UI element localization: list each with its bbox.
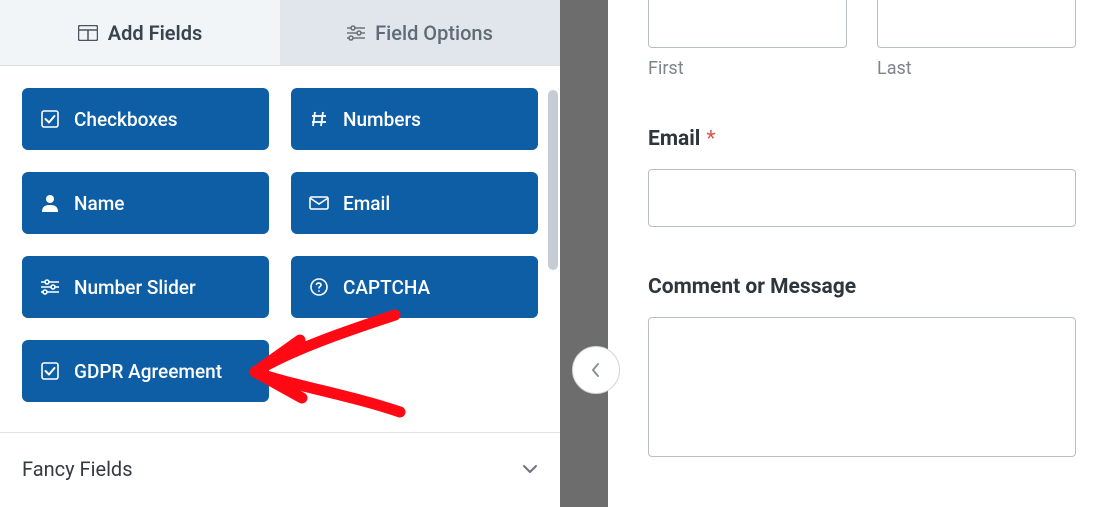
tab-add-fields[interactable]: Add Fields bbox=[0, 0, 280, 65]
field-number-slider[interactable]: Number Slider bbox=[22, 256, 269, 318]
checkbox-icon bbox=[40, 362, 60, 380]
layout-icon bbox=[78, 25, 98, 41]
field-gdpr-agreement[interactable]: GDPR Agreement bbox=[22, 340, 269, 402]
section-fancy-fields[interactable]: Fancy Fields bbox=[0, 432, 560, 481]
field-label: Number Slider bbox=[74, 276, 196, 299]
hash-icon bbox=[309, 110, 329, 128]
chevron-down-icon bbox=[522, 464, 538, 474]
sidebar-tabs: Add Fields Field Options bbox=[0, 0, 560, 66]
comment-textarea[interactable] bbox=[648, 317, 1076, 457]
last-name-sublabel: Last bbox=[877, 58, 1076, 79]
first-name-sublabel: First bbox=[648, 58, 847, 79]
collapse-sidebar-button[interactable] bbox=[572, 346, 620, 394]
fields-area: Checkboxes Numbers bbox=[0, 66, 560, 507]
envelope-icon bbox=[309, 196, 329, 210]
field-captcha[interactable]: CAPTCHA bbox=[291, 256, 538, 318]
field-label: CAPTCHA bbox=[343, 276, 430, 299]
tab-label: Field Options bbox=[375, 21, 493, 45]
field-label: Numbers bbox=[343, 108, 421, 131]
section-label: Fancy Fields bbox=[22, 457, 133, 481]
required-mark: * bbox=[706, 127, 715, 151]
field-label: Checkboxes bbox=[74, 108, 178, 131]
field-numbers[interactable]: Numbers bbox=[291, 88, 538, 150]
tab-label: Add Fields bbox=[108, 21, 203, 45]
tab-field-options[interactable]: Field Options bbox=[280, 0, 560, 65]
comment-label: Comment or Message bbox=[648, 275, 1076, 299]
question-circle-icon bbox=[309, 278, 329, 296]
user-icon bbox=[40, 194, 60, 212]
label-text: Comment or Message bbox=[648, 275, 856, 299]
sliders-icon bbox=[40, 279, 60, 295]
field-email[interactable]: Email bbox=[291, 172, 538, 234]
scrollbar-thumb[interactable] bbox=[548, 90, 558, 270]
last-name-input[interactable] bbox=[877, 0, 1076, 48]
field-label: Name bbox=[74, 192, 124, 215]
panel-divider bbox=[560, 0, 608, 507]
sliders-icon bbox=[347, 25, 365, 41]
email-input[interactable] bbox=[648, 169, 1076, 227]
field-name[interactable]: Name bbox=[22, 172, 269, 234]
label-text: Email bbox=[648, 127, 700, 151]
field-label: Email bbox=[343, 192, 390, 215]
checkbox-icon bbox=[40, 110, 60, 128]
first-name-input[interactable] bbox=[648, 0, 847, 48]
email-label: Email * bbox=[648, 127, 1076, 151]
field-label: GDPR Agreement bbox=[74, 360, 222, 383]
form-preview: First Last Email * Comment or Message bbox=[608, 0, 1116, 507]
sidebar-panel: Add Fields Field Options bbox=[0, 0, 560, 507]
field-checkboxes[interactable]: Checkboxes bbox=[22, 88, 269, 150]
